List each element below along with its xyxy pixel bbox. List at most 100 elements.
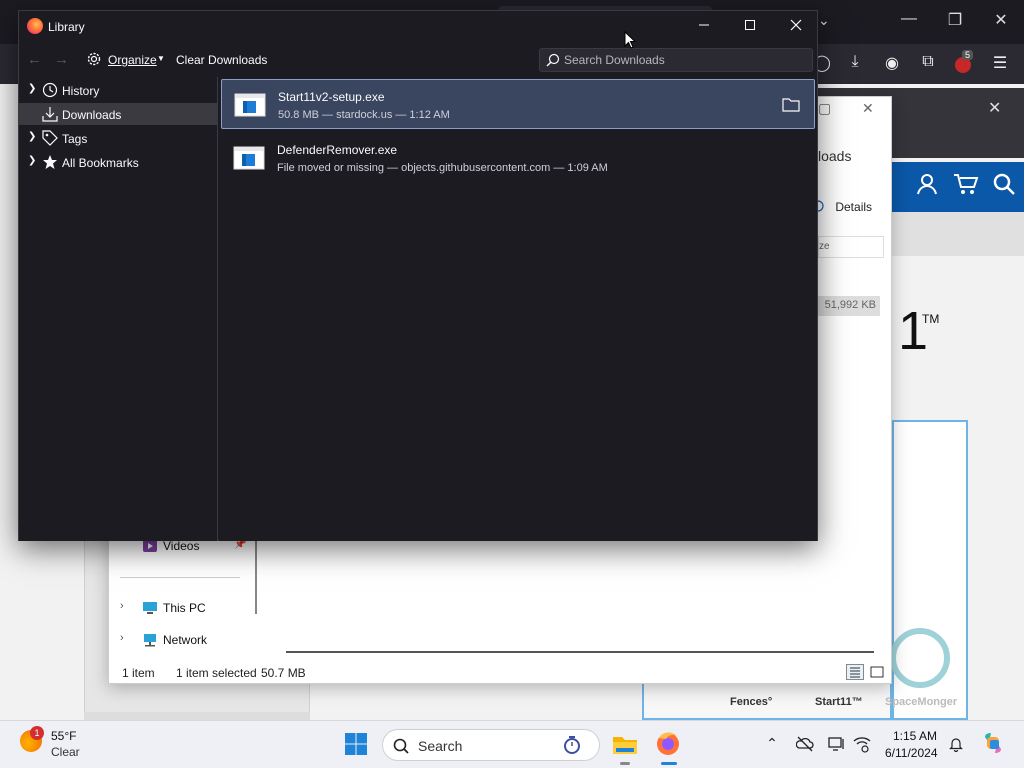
close-button[interactable] bbox=[773, 15, 819, 39]
status-size: 50.7 MB bbox=[261, 666, 306, 680]
expand-chevron-icon[interactable]: ❯ bbox=[28, 131, 38, 142]
list-all-tabs-icon[interactable]: ⌄ bbox=[818, 12, 830, 29]
search-icon bbox=[546, 53, 560, 67]
back-arrow-icon[interactable]: ← bbox=[27, 51, 42, 68]
nav-item-this-pc[interactable]: › This PC bbox=[108, 598, 256, 620]
card-label-spacemonger[interactable]: SpaceMonger bbox=[885, 696, 957, 708]
size-column-header[interactable]: ze bbox=[818, 236, 884, 258]
site-search-icon[interactable] bbox=[992, 172, 1016, 202]
ghost-window-edge bbox=[84, 712, 310, 720]
exe-file-icon bbox=[234, 93, 266, 117]
exe-file-icon bbox=[233, 146, 265, 170]
clock-date[interactable]: 6/11/2024 bbox=[885, 746, 938, 760]
download-status: 50.8 MB — stardock.us — 1:12 AM bbox=[278, 109, 450, 121]
weather-temperature: 55°F bbox=[51, 729, 77, 743]
sidebar-item-tags[interactable]: ❯ Tags bbox=[19, 127, 218, 149]
mouse-cursor-icon bbox=[624, 31, 636, 49]
sidebar-item-all-bookmarks[interactable]: ❯ All Bookmarks bbox=[19, 151, 218, 173]
card-label-fences[interactable]: Fences° bbox=[730, 696, 772, 708]
file-size-cell: 51,992 KB bbox=[818, 296, 880, 316]
running-indicator bbox=[620, 762, 630, 765]
site-subnav bbox=[892, 212, 1024, 256]
network-status-icon[interactable] bbox=[853, 735, 871, 753]
account-icon[interactable]: ◉ bbox=[880, 53, 904, 75]
network-icon bbox=[144, 634, 156, 647]
explorer-navigation-pane: Videos 📌 › This PC › Network bbox=[108, 536, 256, 656]
explorer-restore-icon[interactable]: ▢ bbox=[818, 100, 831, 117]
search-input[interactable] bbox=[564, 51, 808, 69]
sidebar-item-label: History bbox=[62, 84, 100, 98]
explorer-header-partial: loads bbox=[818, 148, 852, 164]
search-box[interactable] bbox=[539, 48, 813, 72]
minimize-button[interactable] bbox=[681, 15, 727, 39]
sidebar-item-label: Tags bbox=[62, 132, 88, 146]
maximize-icon bbox=[745, 20, 755, 30]
browser-restore-icon[interactable]: ❐ bbox=[940, 10, 970, 30]
file-explorer-taskbar-icon[interactable] bbox=[610, 728, 640, 760]
details-view-button[interactable] bbox=[846, 664, 864, 680]
downloads-toolbar-icon[interactable]: ⤓ bbox=[843, 53, 867, 75]
expand-chevron-icon[interactable]: ❯ bbox=[28, 155, 38, 166]
close-icon bbox=[790, 19, 802, 31]
downloads-list: Start11v2-setup.exe 50.8 MB — stardock.u… bbox=[219, 77, 817, 541]
firefox-logo-icon bbox=[27, 18, 43, 34]
large-icons-view-button[interactable] bbox=[868, 664, 886, 680]
card-label-start11[interactable]: Start11™ bbox=[815, 696, 863, 708]
nav-item-network[interactable]: › Network bbox=[108, 630, 256, 652]
content-horizontal-scrollbar[interactable] bbox=[286, 651, 874, 653]
notification-bell-icon[interactable] bbox=[948, 736, 964, 752]
taskbar-search-label: Search bbox=[418, 738, 463, 754]
download-filename: Start11v2-setup.exe bbox=[278, 90, 385, 104]
site-cart-icon[interactable] bbox=[953, 172, 979, 202]
site-account-icon[interactable] bbox=[915, 172, 939, 202]
display-icon[interactable] bbox=[827, 735, 845, 753]
nav-scrollbar[interactable] bbox=[255, 540, 257, 614]
notification-close-icon[interactable]: ✕ bbox=[988, 98, 1001, 118]
clear-downloads-button[interactable]: Clear Downloads bbox=[176, 53, 267, 67]
minimize-icon bbox=[699, 24, 709, 26]
nav-item-label: This PC bbox=[163, 601, 206, 615]
onedrive-offline-icon[interactable] bbox=[796, 735, 814, 753]
weather-badge: 1 bbox=[30, 726, 44, 740]
expand-chevron-icon[interactable]: › bbox=[120, 600, 124, 612]
star-icon bbox=[43, 155, 57, 169]
menu-hamburger-icon[interactable]: ☰ bbox=[988, 53, 1012, 75]
download-row[interactable]: Start11v2-setup.exe 50.8 MB — stardock.u… bbox=[221, 79, 815, 129]
library-titlebar[interactable]: Library bbox=[19, 11, 819, 43]
download-row[interactable]: DefenderRemover.exe File moved or missin… bbox=[221, 133, 815, 183]
status-item-count: 1 item bbox=[122, 666, 155, 680]
details-label: Details bbox=[835, 200, 873, 214]
browser-minimize-icon[interactable]: — bbox=[894, 10, 924, 28]
copilot-preview-icon[interactable] bbox=[981, 731, 1005, 755]
history-clock-icon bbox=[42, 82, 58, 98]
expand-chevron-icon[interactable]: ❯ bbox=[28, 83, 38, 94]
sidebar-item-label: Downloads bbox=[62, 108, 122, 122]
search-icon bbox=[393, 738, 409, 754]
nav-divider bbox=[120, 577, 240, 578]
details-button[interactable]: Details bbox=[812, 200, 872, 214]
extensions-icon[interactable]: ⧉ bbox=[916, 53, 940, 75]
browser-close-icon[interactable]: ✕ bbox=[986, 10, 1016, 30]
weather-description: Clear bbox=[51, 745, 80, 759]
large-icons-view-icon bbox=[870, 666, 884, 678]
extension-badge: 5 bbox=[962, 50, 974, 60]
product-heading-partial: 1 bbox=[898, 301, 929, 361]
sidebar-item-downloads[interactable]: Downloads bbox=[19, 103, 218, 125]
sidebar-item-history[interactable]: ❯ History bbox=[19, 79, 218, 101]
taskbar-search-box[interactable]: Search bbox=[382, 729, 600, 761]
clock-time[interactable]: 1:15 AM bbox=[893, 729, 937, 743]
explorer-close-icon[interactable]: ✕ bbox=[862, 100, 874, 117]
forward-arrow-icon[interactable]: → bbox=[54, 51, 69, 68]
expand-chevron-icon[interactable]: › bbox=[120, 632, 124, 644]
explorer-status-bar: 1 item 1 item selected 50.7 MB bbox=[108, 660, 892, 684]
active-indicator bbox=[661, 762, 677, 765]
download-filename: DefenderRemover.exe bbox=[277, 143, 398, 157]
show-hidden-icons-chevron-icon[interactable]: ⌃ bbox=[763, 735, 781, 753]
videos-icon bbox=[143, 540, 157, 552]
chevron-down-icon: ▼ bbox=[157, 54, 165, 63]
firefox-taskbar-icon[interactable] bbox=[653, 728, 683, 760]
windows-start-icon[interactable] bbox=[344, 732, 368, 756]
window-title: Library bbox=[48, 20, 85, 34]
maximize-button[interactable] bbox=[727, 15, 773, 39]
show-in-folder-icon[interactable] bbox=[782, 96, 800, 112]
